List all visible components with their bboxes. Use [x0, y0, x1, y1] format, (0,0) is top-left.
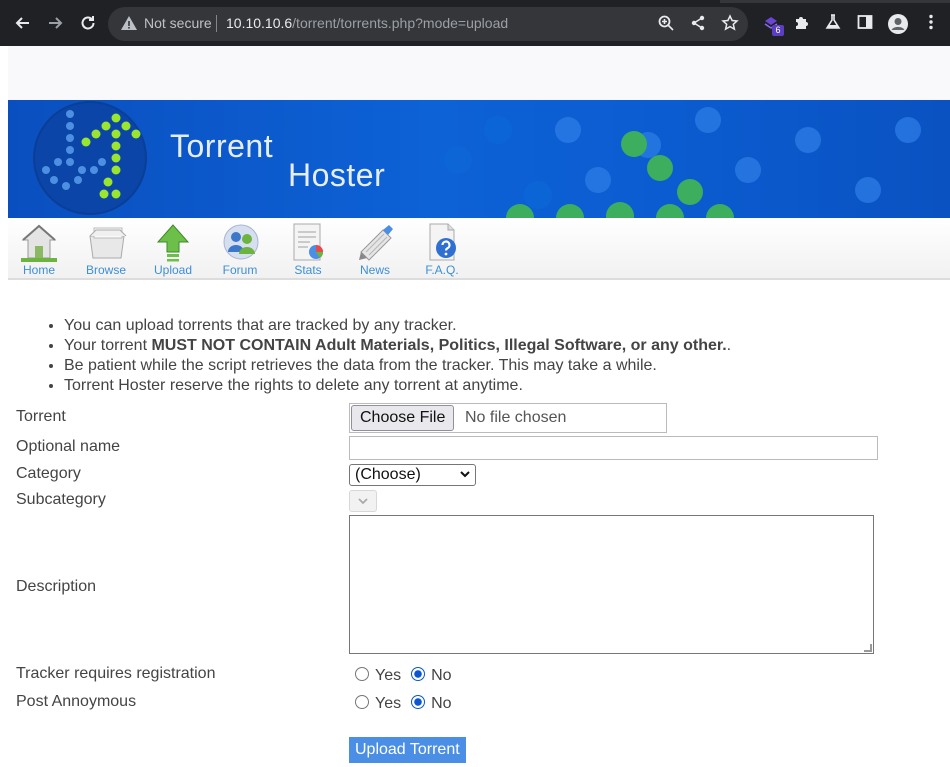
nav-upload-label: Upload	[153, 263, 193, 277]
nav-upload[interactable]: Upload	[143, 220, 203, 278]
tracker-reg-label: Tracker requires registration	[16, 665, 216, 682]
nav-stats-label: Stats	[294, 263, 322, 277]
star-icon[interactable]	[720, 14, 740, 34]
home-icon	[21, 224, 57, 262]
warning-icon[interactable]	[120, 14, 138, 32]
rule-item: Be patient while the script retrieves th…	[64, 356, 731, 376]
category-select[interactable]: (Choose)	[349, 464, 476, 486]
forward-icon[interactable]	[45, 13, 65, 33]
resize-grip-icon[interactable]	[864, 644, 872, 652]
optional-name-input[interactable]	[349, 436, 878, 460]
post-anon-yes-radio[interactable]	[355, 695, 369, 709]
nav-forum[interactable]: Forum	[210, 220, 270, 278]
upload-icon	[156, 224, 190, 262]
flask-icon[interactable]	[823, 13, 843, 33]
tracker-reg-no-label[interactable]: No	[431, 667, 451, 684]
category-label: Category	[16, 465, 81, 482]
site-title-line1: Torrent	[170, 128, 274, 164]
banner-graphic	[33, 101, 921, 218]
browse-icon	[89, 227, 127, 259]
address-bar[interactable]: Not secure 10.10.10.6/torrent/torrents.p…	[108, 7, 748, 41]
nav-stats[interactable]: Stats	[278, 220, 338, 278]
torrent-file-input[interactable]: Choose File No file chosen	[349, 403, 667, 433]
optional-name-label: Optional name	[16, 438, 121, 455]
url-host: 10.10.10.6	[226, 15, 293, 31]
reload-icon[interactable]	[78, 13, 98, 33]
tracker-reg-yes-radio[interactable]	[355, 667, 369, 681]
page-top-spacer	[8, 46, 950, 100]
tab-edge	[720, 0, 950, 3]
faq-icon	[429, 223, 456, 261]
rule-item-suffix: .	[726, 337, 732, 354]
rule-item: Torrent Hoster reserve the rights to del…	[64, 376, 731, 396]
page-content: Torrent Hoster Home Browse Upload Forum …	[8, 46, 950, 767]
back-icon[interactable]	[13, 13, 33, 33]
tracker-reg-no-radio[interactable]	[411, 667, 426, 681]
upload-rules: You can upload torrents that are tracked…	[64, 316, 731, 396]
description-textarea[interactable]	[349, 515, 874, 654]
nav-home[interactable]: Home	[9, 220, 69, 278]
rule-item: You can upload torrents that are tracked…	[64, 316, 731, 336]
address-separator	[216, 15, 217, 32]
sidepanel-icon[interactable]	[855, 13, 875, 33]
subcategory-label: Subcategory	[16, 491, 106, 508]
post-anon-no-label[interactable]: No	[431, 695, 451, 712]
rule-item: Your torrent MUST NOT CONTAIN Adult Mate…	[64, 336, 731, 356]
puzzle-icon[interactable]	[792, 13, 812, 33]
post-anon-yes-label[interactable]: Yes	[375, 695, 401, 712]
choose-file-button[interactable]: Choose File	[351, 405, 455, 431]
nav-browse[interactable]: Browse	[76, 220, 136, 278]
chevron-down-icon	[459, 466, 471, 486]
url-text[interactable]: 10.10.10.6/torrent/torrents.php?mode=upl…	[226, 15, 508, 31]
stats-icon	[293, 223, 324, 261]
post-anon-radio-group: Yes No	[355, 695, 462, 713]
main-nav: Home Browse Upload Forum Stats News F.A.…	[8, 218, 950, 280]
rule-item-bold: MUST NOT CONTAIN Adult Materials, Politi…	[151, 337, 727, 354]
browser-toolbar: Not secure 10.10.10.6/torrent/torrents.p…	[0, 0, 950, 46]
news-icon	[359, 225, 393, 261]
post-anon-no-radio[interactable]	[411, 695, 426, 709]
nav-browse-label: Browse	[85, 263, 126, 277]
torrent-label: Torrent	[16, 408, 66, 425]
profile-icon[interactable]	[887, 13, 908, 34]
chevron-down-icon	[357, 498, 369, 510]
forum-icon	[223, 224, 259, 260]
nav-news-label: News	[359, 263, 390, 277]
rule-item-prefix: Your torrent	[64, 337, 152, 354]
description-label: Description	[16, 578, 97, 595]
nav-home-label: Home	[22, 263, 55, 277]
extension-icon[interactable]: 6	[762, 13, 784, 36]
extension-badge: 6	[772, 25, 784, 36]
nav-faq[interactable]: F.A.Q.	[412, 220, 472, 278]
site-title-line2: Hoster	[288, 157, 386, 193]
nav-faq-label: F.A.Q.	[425, 263, 459, 277]
zoom-icon[interactable]	[656, 14, 676, 34]
share-icon[interactable]	[688, 14, 708, 34]
nav-news[interactable]: News	[345, 220, 405, 278]
tracker-reg-radio-group: Yes No	[355, 667, 462, 685]
post-anon-label: Post Annoymous	[16, 693, 137, 710]
no-file-text: No file chosen	[465, 409, 567, 426]
site-banner: Torrent Hoster	[8, 100, 950, 218]
tracker-reg-yes-label[interactable]: Yes	[375, 667, 401, 684]
kebab-menu-icon[interactable]	[921, 13, 941, 33]
category-selected-value: (Choose)	[355, 466, 421, 483]
upload-torrent-button[interactable]: Upload Torrent	[349, 737, 466, 763]
subcategory-select[interactable]	[349, 490, 377, 512]
nav-forum-label: Forum	[222, 263, 258, 277]
security-label[interactable]: Not secure	[144, 15, 212, 31]
url-path: /torrent/torrents.php?mode=upload	[292, 15, 509, 31]
